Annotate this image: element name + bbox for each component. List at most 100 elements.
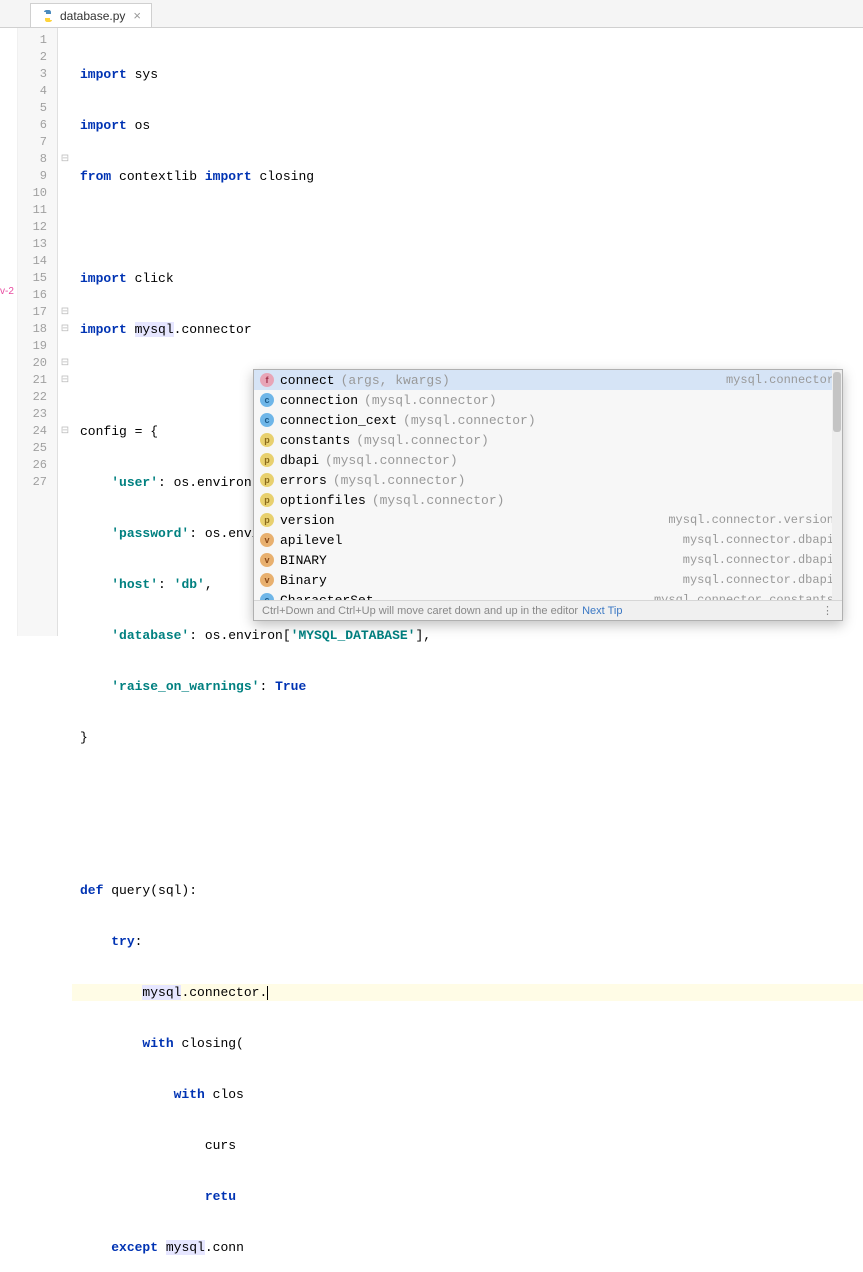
completion-item-name: apilevel xyxy=(280,533,342,548)
completion-item-signature: (args, kwargs) xyxy=(341,373,450,388)
line-number[interactable]: 3 xyxy=(18,66,57,83)
completion-item-name: Binary xyxy=(280,573,327,588)
completion-item[interactable]: v BINARY mysql.connector.dbapi xyxy=(254,550,842,570)
markers-column: v-2 xyxy=(0,28,18,636)
package-icon: p xyxy=(260,473,274,487)
completion-item-name: BINARY xyxy=(280,553,327,568)
line-number[interactable]: 27 xyxy=(18,474,57,491)
tab-filename: database.py xyxy=(60,9,125,23)
line-number[interactable]: 15 xyxy=(18,270,57,287)
vcs-marker: v-2 xyxy=(0,286,14,297)
completion-item-package: mysql.connector.dbapi xyxy=(683,553,834,567)
completion-item-signature: (mysql.connector) xyxy=(364,393,497,408)
completion-item[interactable]: p constants (mysql.connector) xyxy=(254,430,842,450)
completion-item-package: mysql.connector.constants xyxy=(654,593,834,600)
line-number[interactable]: 16 xyxy=(18,287,57,304)
function-icon: f xyxy=(260,373,274,387)
tab-close-icon[interactable]: × xyxy=(133,8,141,23)
scrollbar-thumb[interactable] xyxy=(833,372,841,432)
line-number[interactable]: 19 xyxy=(18,338,57,355)
completion-item-name: errors xyxy=(280,473,327,488)
line-number[interactable]: 21 xyxy=(18,372,57,389)
class-icon: c xyxy=(260,393,274,407)
variable-icon: v xyxy=(260,573,274,587)
python-file-icon xyxy=(41,9,55,23)
completion-list[interactable]: fconnect (args, kwargs)mysql.connectorcc… xyxy=(254,370,842,600)
line-number[interactable]: 14 xyxy=(18,253,57,270)
completion-item[interactable]: f connect (args, kwargs) mysql.connector xyxy=(254,370,842,390)
line-number[interactable]: 11 xyxy=(18,202,57,219)
completion-item-name: version xyxy=(280,513,335,528)
variable-icon: v xyxy=(260,553,274,567)
variable-icon: v xyxy=(260,533,274,547)
completion-item[interactable]: v apilevel mysql.connector.dbapi xyxy=(254,530,842,550)
line-number[interactable]: 1 xyxy=(18,32,57,49)
completion-item-package: mysql.connector xyxy=(726,373,834,387)
line-number[interactable]: 25 xyxy=(18,440,57,457)
completion-item[interactable]: p version mysql.connector.version xyxy=(254,510,842,530)
package-icon: p xyxy=(260,453,274,467)
line-number[interactable]: 4 xyxy=(18,83,57,100)
fold-toggle-icon[interactable]: ⊟ xyxy=(58,151,72,168)
completion-item[interactable]: c CharacterSet mysql.connector.constants xyxy=(254,590,842,600)
code-completion-popup[interactable]: fconnect (args, kwargs)mysql.connectorcc… xyxy=(253,369,843,621)
current-line: mysql.connector. xyxy=(72,984,863,1001)
completion-item-name: connection xyxy=(280,393,358,408)
line-number[interactable]: 9 xyxy=(18,168,57,185)
line-number[interactable]: 24 xyxy=(18,423,57,440)
text-caret xyxy=(267,986,268,1000)
completion-item[interactable]: perrors (mysql.connector) xyxy=(254,470,842,490)
fold-toggle-icon[interactable]: ⊟ xyxy=(58,372,72,389)
package-icon: p xyxy=(260,493,274,507)
completion-item-name: optionfiles xyxy=(280,493,366,508)
completion-item-package: mysql.connector.dbapi xyxy=(683,573,834,587)
completion-item-name: connect xyxy=(280,373,335,388)
completion-item[interactable]: c connection_cext (mysql.connector) xyxy=(254,410,842,430)
completion-item-signature: (mysql.connector) xyxy=(356,433,489,448)
completion-item-name: dbapi xyxy=(280,453,319,468)
fold-column[interactable]: ⊟⊟⊟⊟⊟⊟ xyxy=(58,28,72,636)
line-number[interactable]: 26 xyxy=(18,457,57,474)
line-number[interactable]: 17 xyxy=(18,304,57,321)
completion-scrollbar[interactable] xyxy=(832,370,842,600)
line-number[interactable]: 8 xyxy=(18,151,57,168)
package-icon: p xyxy=(260,433,274,447)
line-number-gutter[interactable]: 1234567891011121314151617181920212223242… xyxy=(18,28,58,636)
completion-item-package: mysql.connector.version xyxy=(668,513,834,527)
completion-footer: Ctrl+Down and Ctrl+Up will move caret do… xyxy=(254,600,842,620)
next-tip-link[interactable]: Next Tip xyxy=(582,605,622,617)
line-number[interactable]: 23 xyxy=(18,406,57,423)
completion-item-name: constants xyxy=(280,433,350,448)
file-tab[interactable]: database.py × xyxy=(30,3,152,27)
completion-item-signature: (mysql.connector) xyxy=(403,413,536,428)
line-number[interactable]: 5 xyxy=(18,100,57,117)
line-number[interactable]: 6 xyxy=(18,117,57,134)
line-number[interactable]: 10 xyxy=(18,185,57,202)
completion-item-signature: (mysql.connector) xyxy=(333,473,466,488)
completion-item-name: CharacterSet xyxy=(280,593,374,601)
completion-item[interactable]: p optionfiles (mysql.connector) xyxy=(254,490,842,510)
class-icon: c xyxy=(260,593,274,600)
line-number[interactable]: 18 xyxy=(18,321,57,338)
line-number[interactable]: 7 xyxy=(18,134,57,151)
more-options-icon[interactable]: ⋮ xyxy=(822,604,834,617)
completion-hint: Ctrl+Down and Ctrl+Up will move caret do… xyxy=(262,605,578,617)
tab-bar: database.py × xyxy=(0,0,863,28)
fold-toggle-icon[interactable]: ⊟ xyxy=(58,355,72,372)
line-number[interactable]: 13 xyxy=(18,236,57,253)
completion-item-signature: (mysql.connector) xyxy=(372,493,505,508)
class-icon: c xyxy=(260,413,274,427)
completion-item-name: connection_cext xyxy=(280,413,397,428)
line-number[interactable]: 2 xyxy=(18,49,57,66)
completion-item[interactable]: pdbapi (mysql.connector) xyxy=(254,450,842,470)
fold-toggle-icon[interactable]: ⊟ xyxy=(58,321,72,338)
fold-toggle-icon[interactable]: ⊟ xyxy=(58,423,72,440)
line-number[interactable]: 12 xyxy=(18,219,57,236)
completion-item-package: mysql.connector.dbapi xyxy=(683,533,834,547)
completion-item[interactable]: v Binary mysql.connector.dbapi xyxy=(254,570,842,590)
completion-item[interactable]: c connection (mysql.connector) xyxy=(254,390,842,410)
line-number[interactable]: 22 xyxy=(18,389,57,406)
fold-toggle-icon[interactable]: ⊟ xyxy=(58,304,72,321)
package-icon: p xyxy=(260,513,274,527)
line-number[interactable]: 20 xyxy=(18,355,57,372)
